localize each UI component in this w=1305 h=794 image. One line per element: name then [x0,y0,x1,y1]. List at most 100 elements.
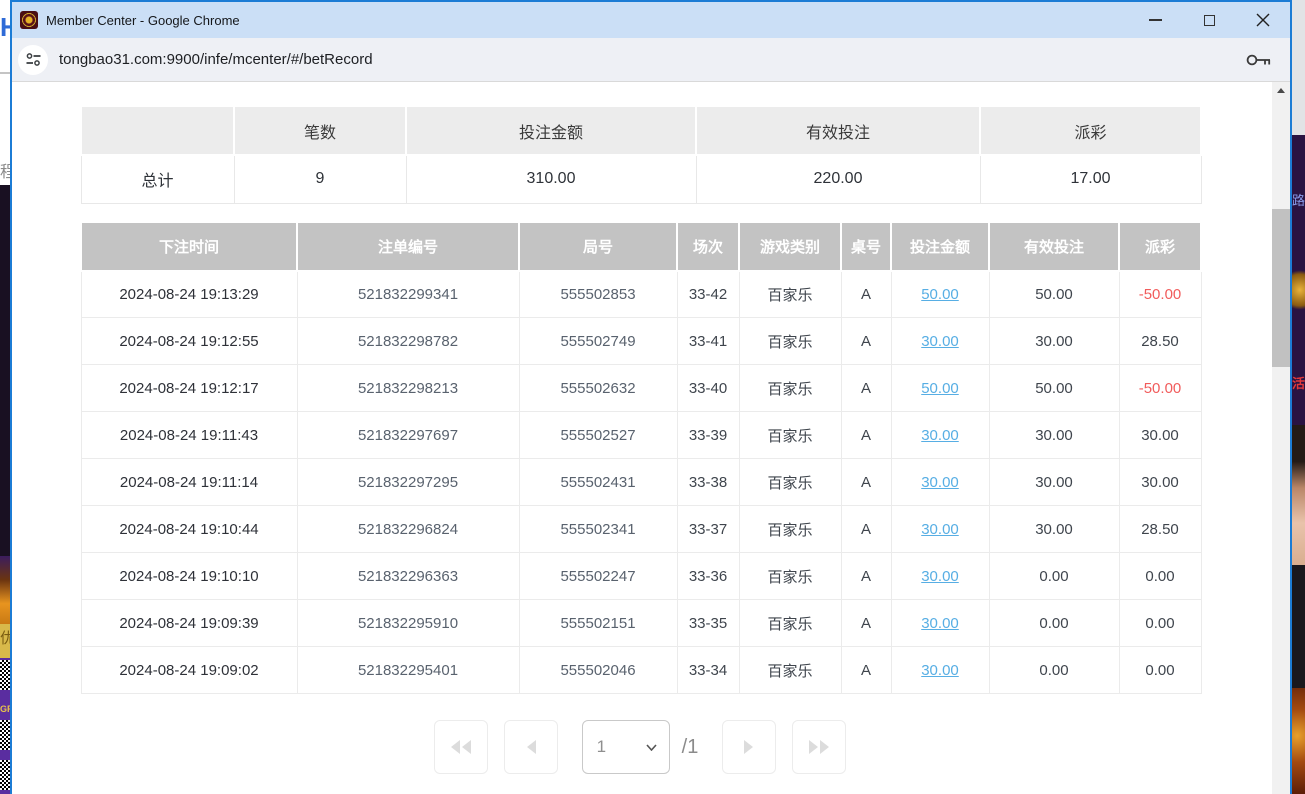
summary-header-cell: 投注金额 [406,106,696,155]
cell-table-no: A [841,318,891,365]
cell-game-type: 百家乐 [739,365,841,412]
bet-amount-link[interactable]: 30.00 [921,662,959,679]
cell-round-id: 555502527 [519,412,677,459]
background-right-text-lu: 路 [1292,190,1305,209]
cell-round-id: 555502749 [519,318,677,365]
cell-table-no: A [841,506,891,553]
page-content: 笔数投注金额有效投注派彩 总计 9 310.00 220.00 17.00 [12,82,1290,794]
cell-table-no: A [841,271,891,318]
double-left-arrow-icon [450,739,472,755]
site-info-button[interactable] [18,45,48,75]
cell-round-id: 555502341 [519,506,677,553]
bet-amount-link[interactable]: 30.00 [921,615,959,632]
cell-bet-amount: 30.00 [891,506,989,553]
last-page-button[interactable] [792,720,846,774]
cell-session: 33-37 [677,506,739,553]
bet-amount-link[interactable]: 30.00 [921,521,959,538]
summary-total-valid-bet: 220.00 [696,155,980,203]
window-title: Member Center - Google Chrome [46,13,1128,28]
bet-table-header-row: 下注时间注单编号局号场次游戏类别桌号投注金额有效投注派彩 [81,222,1201,271]
scrollbar-up-button[interactable] [1272,82,1290,99]
vertical-scrollbar[interactable] [1272,82,1290,794]
tune-icon [25,51,42,68]
background-left-white: 程 [0,74,10,185]
qr-code-image [0,660,10,690]
cell-payout: 28.50 [1119,506,1201,553]
scrollbar-thumb[interactable] [1272,209,1290,367]
address-bar: tongbao31.com:9900/infe/mcenter/#/betRec… [12,38,1290,82]
bet-amount-link[interactable]: 30.00 [921,568,959,585]
cell-round-id: 555502247 [519,553,677,600]
background-left-promo-image [0,556,10,624]
cell-table-no: A [841,365,891,412]
bet-table-header-cell: 注单编号 [297,222,519,271]
background-right-text-huo: 活 [1292,373,1305,392]
window-controls [1128,2,1290,38]
cell-valid-bet: 50.00 [989,365,1119,412]
background-left-text-gf: GF [0,704,10,714]
maximize-button[interactable] [1182,2,1236,38]
cell-payout: 30.00 [1119,412,1201,459]
cell-valid-bet: 0.00 [989,600,1119,647]
chevron-down-icon [646,744,657,751]
cell-valid-bet: 30.00 [989,506,1119,553]
previous-page-button[interactable] [504,720,558,774]
cell-bet-amount: 30.00 [891,318,989,365]
bet-amount-link[interactable]: 30.00 [921,333,959,350]
bet-amount-link[interactable]: 30.00 [921,427,959,444]
bet-table-header-cell: 场次 [677,222,739,271]
url-field[interactable]: tongbao31.com:9900/infe/mcenter/#/betRec… [59,51,1246,68]
cell-time: 2024-08-24 19:12:17 [81,365,297,412]
cell-valid-bet: 0.00 [989,553,1119,600]
background-left-gold-band: 优 [0,624,10,658]
cell-payout: 28.50 [1119,318,1201,365]
cell-table-no: A [841,459,891,506]
cell-bet-amount: 50.00 [891,271,989,318]
window-titlebar: Member Center - Google Chrome [12,2,1290,38]
bet-table-row: 2024-08-24 19:10:44521832296824555502341… [81,506,1201,553]
bet-table-row: 2024-08-24 19:11:14521832297295555502431… [81,459,1201,506]
cell-valid-bet: 30.00 [989,318,1119,365]
bet-amount-link[interactable]: 30.00 [921,474,959,491]
minimize-button[interactable] [1128,2,1182,38]
bet-record-table: 下注时间注单编号局号场次游戏类别桌号投注金额有效投注派彩 2024-08-24 … [80,221,1202,695]
scroll-up-arrow-icon [1277,88,1285,93]
summary-header-cell: 派彩 [980,106,1201,155]
cell-valid-bet: 30.00 [989,412,1119,459]
bet-table-row: 2024-08-24 19:11:43521832297697555502527… [81,412,1201,459]
cell-bet-id: 521832296824 [297,506,519,553]
cell-payout: 0.00 [1119,647,1201,694]
background-left-text-cheng: 程 [0,158,10,182]
cell-round-id: 555502151 [519,600,677,647]
cell-payout: 30.00 [1119,459,1201,506]
summary-total-count: 9 [234,155,406,203]
cell-session: 33-38 [677,459,739,506]
background-left-qr-area: GF [0,658,10,794]
summary-header-cell [81,106,234,155]
cell-time: 2024-08-24 19:09:39 [81,600,297,647]
cell-table-no: A [841,412,891,459]
page-select[interactable]: 1 [582,720,670,774]
bet-amount-link[interactable]: 50.00 [921,380,959,397]
cell-bet-amount: 30.00 [891,600,989,647]
close-button[interactable] [1236,2,1290,38]
popup-window: Member Center - Google Chrome tongbao31.… [10,0,1292,794]
cell-time: 2024-08-24 19:13:29 [81,271,297,318]
background-right-gray [1292,0,1305,135]
first-page-button[interactable] [434,720,488,774]
cell-bet-amount: 30.00 [891,553,989,600]
bet-table-row: 2024-08-24 19:13:29521832299341555502853… [81,271,1201,318]
bet-table-body: 2024-08-24 19:13:29521832299341555502853… [81,271,1201,694]
qr-code-image [0,760,10,790]
pagination: 1 /1 [80,720,1200,774]
cell-bet-id: 521832295401 [297,647,519,694]
cell-time: 2024-08-24 19:11:43 [81,412,297,459]
next-page-button[interactable] [722,720,776,774]
cell-bet-id: 521832295910 [297,600,519,647]
summary-total-label: 总计 [81,155,234,203]
cell-round-id: 555502853 [519,271,677,318]
bet-amount-link[interactable]: 50.00 [921,286,959,303]
cell-time: 2024-08-24 19:10:10 [81,553,297,600]
cell-table-no: A [841,553,891,600]
key-icon[interactable] [1246,52,1272,68]
